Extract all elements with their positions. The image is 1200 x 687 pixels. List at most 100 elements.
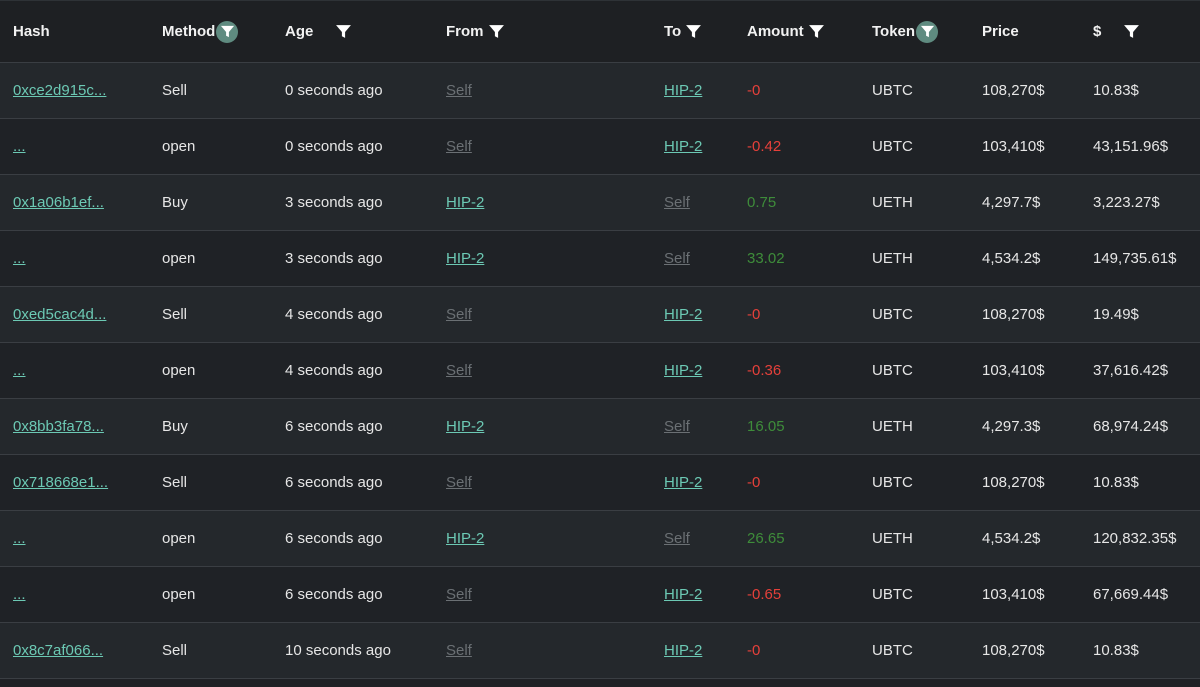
hash-link[interactable]: ... [13,586,26,603]
token-value: UBTC [872,474,913,491]
usd-value: 10.83$ [1093,82,1139,99]
table-row: 0xed5cac4d... Sell 4 seconds ago Self HIP-2 -… [0,287,1200,343]
hash-link[interactable]: 0x8bb3fa78... [13,418,104,435]
cell-usd: 10.83$ [1093,63,1139,118]
hash-link[interactable]: 0xce2d915c... [13,82,106,99]
from-link[interactable]: Self [446,82,472,99]
cell-from: HIP-2 [446,231,484,286]
cell-to: HIP-2 [664,567,702,622]
hash-link[interactable]: ... [13,138,26,155]
from-link[interactable]: Self [446,474,472,491]
cell-usd: 43,151.96$ [1093,119,1168,174]
filter-icon[interactable] [335,23,352,40]
from-link[interactable]: Self [446,586,472,603]
hash-link[interactable]: 0xed5cac4d... [13,306,106,323]
filter-active-icon[interactable] [916,20,939,43]
to-link[interactable]: Self [664,250,690,267]
cell-price: 103,410$ [982,119,1045,174]
cell-age: 0 seconds ago [285,63,383,118]
filter-icon[interactable] [685,23,702,40]
table-row: ... open 3 seconds ago HIP-2 Self 33.02 UETH 4,… [0,231,1200,287]
method-value: open [162,586,196,603]
filter-icon[interactable] [1123,23,1140,40]
from-link[interactable]: HIP-2 [446,418,484,435]
to-link[interactable]: HIP-2 [664,586,702,603]
cell-amount: -0 [747,63,760,118]
to-link[interactable]: HIP-2 [664,474,702,491]
amount-value: -0 [747,82,761,99]
cell-method: open [162,511,195,566]
cell-price: 108,270$ [982,455,1045,510]
hash-link[interactable]: 0x718668e1... [13,474,108,491]
cell-price: 4,297.3$ [982,399,1040,454]
filter-icon[interactable] [808,23,825,40]
to-link[interactable]: Self [664,530,690,547]
from-link[interactable]: HIP-2 [446,194,484,211]
method-value: Sell [162,642,188,659]
cell-age: 4 seconds ago [285,343,383,398]
amount-value: 16.05 [747,418,785,435]
token-value: UBTC [872,642,913,659]
from-link[interactable]: Self [446,306,472,323]
cell-usd: 3,223.27$ [1093,175,1160,230]
cell-hash: 0xed5cac4d... [13,287,106,342]
column-label-price: Price [982,23,1019,40]
filter-icon[interactable] [488,23,505,40]
cell-age: 3 seconds ago [285,175,383,230]
cell-amount: -0.65 [747,567,781,622]
method-value: open [162,530,196,547]
cell-hash: 0x8c7af066... [13,623,103,678]
age-value: 3 seconds ago [285,250,383,267]
to-link[interactable]: HIP-2 [664,82,702,99]
cell-age: 0 seconds ago [285,119,383,174]
cell-amount: 33.02 [747,231,785,286]
cell-usd: 149,735.61$ [1093,231,1176,286]
to-link[interactable]: Self [664,194,690,211]
from-link[interactable]: Self [446,138,472,155]
cell-to: HIP-2 [664,343,702,398]
to-link[interactable]: HIP-2 [664,642,702,659]
usd-value: 68,974.24$ [1093,418,1169,435]
token-value: UBTC [872,586,913,603]
cell-to: Self [664,175,690,230]
hash-link[interactable]: 0x1a06b1ef... [13,194,104,211]
to-link[interactable]: HIP-2 [664,306,702,323]
method-value: open [162,362,196,379]
hash-link[interactable]: ... [13,362,26,379]
token-value: UETH [872,418,913,435]
table-row: ... open 0 seconds ago Self HIP-2 -0.42 UBTC 10… [0,119,1200,175]
method-value: Sell [162,82,188,99]
cell-age: 6 seconds ago [285,567,383,622]
cell-from: Self [446,623,472,678]
age-value: 4 seconds ago [285,362,383,379]
hash-link[interactable]: ... [13,250,26,267]
column-header-amount: Amount [747,1,825,62]
cell-token: UETH [872,399,913,454]
from-link[interactable]: Self [446,642,472,659]
to-link[interactable]: HIP-2 [664,362,702,379]
filter-active-icon[interactable] [216,20,239,43]
cell-hash: ... [13,119,26,174]
column-header-token: Token [872,1,939,62]
cell-to: HIP-2 [664,455,702,510]
cell-age: 6 seconds ago [285,455,383,510]
price-value: 103,410$ [982,138,1045,155]
to-link[interactable]: HIP-2 [664,138,702,155]
cell-from: Self [446,343,472,398]
hash-link[interactable]: 0x8c7af066... [13,642,103,659]
cell-price: 108,270$ [982,63,1045,118]
age-value: 6 seconds ago [285,418,383,435]
cell-price: 108,270$ [982,287,1045,342]
amount-value: -0.42 [747,138,782,155]
cell-amount: -0.42 [747,119,781,174]
cell-from: Self [446,119,472,174]
cell-age: 3 seconds ago [285,231,383,286]
table-row: ... open 6 seconds ago HIP-2 Self 26.65 UETH 4,… [0,511,1200,567]
to-link[interactable]: Self [664,418,690,435]
from-link[interactable]: Self [446,362,472,379]
from-link[interactable]: HIP-2 [446,250,484,267]
age-value: 0 seconds ago [285,138,383,155]
from-link[interactable]: HIP-2 [446,530,484,547]
hash-link[interactable]: ... [13,530,26,547]
cell-token: UBTC [872,567,913,622]
